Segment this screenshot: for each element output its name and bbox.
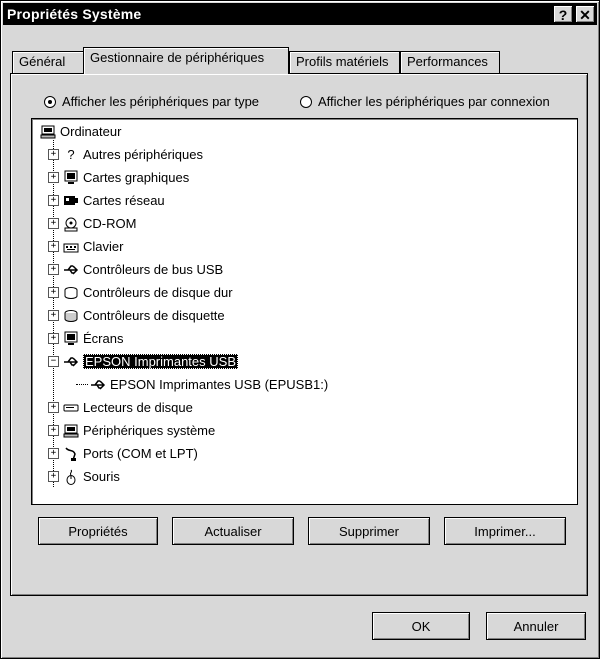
expand-icon[interactable]: + xyxy=(48,425,59,436)
question-icon: ? xyxy=(67,147,75,162)
tree-child-item[interactable]: EPSON Imprimantes USB (EPUSB1:) xyxy=(76,373,328,396)
tree-item[interactable]: + Clavier xyxy=(48,235,123,258)
hard-disk-icon xyxy=(63,285,79,301)
tree-root-label: Ordinateur xyxy=(60,124,122,139)
tree-item[interactable]: + Lecteurs de disque xyxy=(48,396,193,419)
drive-icon xyxy=(63,400,79,416)
expand-icon[interactable]: + xyxy=(48,218,59,229)
computer-icon xyxy=(63,423,79,439)
tree-item-label: Contrôleurs de disquette xyxy=(83,308,225,323)
tree-item-label: Contrôleurs de disque dur xyxy=(83,285,233,300)
tree-item-label: EPSON Imprimantes USB xyxy=(83,354,238,369)
floppy-icon xyxy=(63,308,79,324)
expand-icon[interactable]: + xyxy=(48,333,59,344)
cdrom-icon xyxy=(63,216,79,232)
tree-item[interactable]: + CD-ROM xyxy=(48,212,136,235)
keyboard-icon xyxy=(63,239,79,255)
expand-icon[interactable]: + xyxy=(48,149,59,160)
tree-item[interactable]: + Ports (COM et LPT) xyxy=(48,442,198,465)
radio-by-type[interactable] xyxy=(44,95,56,108)
expand-icon[interactable]: + xyxy=(48,264,59,275)
tree-item-label: CD-ROM xyxy=(83,216,137,231)
collapse-icon[interactable]: − xyxy=(48,356,59,367)
remove-button[interactable]: Supprimer xyxy=(308,517,430,545)
usb-icon xyxy=(63,262,79,278)
tree-item-label: Contrôleurs de bus USB xyxy=(83,262,224,277)
expand-icon[interactable]: + xyxy=(48,195,59,206)
monitor-icon xyxy=(63,331,79,347)
monitor-icon xyxy=(63,170,79,186)
expand-icon[interactable]: + xyxy=(48,241,59,252)
tree-item-label: Cartes graphiques xyxy=(83,170,190,185)
tab-performance[interactable]: Performances xyxy=(400,51,500,73)
tree-item-label: Écrans xyxy=(83,331,124,346)
tree-item-label: Périphériques système xyxy=(83,423,216,438)
tree-item-label: Clavier xyxy=(83,239,124,254)
port-icon xyxy=(63,446,79,462)
close-button[interactable]: ✕ xyxy=(575,5,595,23)
ok-button[interactable]: OK xyxy=(372,612,470,640)
properties-button[interactable]: Propriétés xyxy=(38,517,158,545)
tree-item-selected[interactable]: − EPSON Imprimantes USB xyxy=(48,350,238,373)
tree-item-label: Cartes réseau xyxy=(83,193,165,208)
print-button[interactable]: Imprimer... xyxy=(444,517,566,545)
device-tree[interactable]: Ordinateur + ? Autres périphériques + Ca… xyxy=(31,118,578,505)
expand-icon[interactable]: + xyxy=(48,448,59,459)
expand-icon[interactable]: + xyxy=(48,310,59,321)
tree-item-label: Autres périphériques xyxy=(83,147,203,162)
tree-item[interactable]: + Cartes graphiques xyxy=(48,166,189,189)
help-button[interactable]: ? xyxy=(553,5,573,23)
tree-item[interactable]: + Contrôleurs de bus USB xyxy=(48,258,223,281)
window-title: Propriétés Système xyxy=(7,6,142,22)
network-card-icon xyxy=(63,193,79,209)
tab-device-manager[interactable]: Gestionnaire de périphériques xyxy=(83,47,289,74)
cancel-button[interactable]: Annuler xyxy=(486,612,586,640)
tree-item[interactable]: + Souris xyxy=(48,465,120,488)
tree-item-label: Ports (COM et LPT) xyxy=(83,446,198,461)
expand-icon[interactable]: + xyxy=(48,172,59,183)
expand-icon[interactable]: + xyxy=(48,471,59,482)
tree-connector xyxy=(76,384,88,385)
mouse-icon xyxy=(63,469,79,485)
tree-item[interactable]: + ? Autres périphériques xyxy=(48,143,203,166)
tree-item-label: Lecteurs de disque xyxy=(83,400,193,415)
tree-item[interactable]: + Contrôleurs de disque dur xyxy=(48,281,233,304)
view-by-type-label: Afficher les périphériques par type xyxy=(62,94,260,109)
tree-item[interactable]: + Écrans xyxy=(48,327,123,350)
title-bar[interactable]: Propriétés Système ? ✕ xyxy=(3,3,597,25)
tab-general[interactable]: Général xyxy=(12,51,84,73)
tree-item[interactable]: + Périphériques système xyxy=(48,419,215,442)
expand-icon[interactable]: + xyxy=(48,287,59,298)
computer-icon xyxy=(40,124,56,140)
usb-icon xyxy=(63,354,79,370)
expand-icon[interactable]: + xyxy=(48,402,59,413)
radio-by-connection[interactable] xyxy=(300,95,312,108)
usb-icon xyxy=(90,377,106,393)
view-by-type-option[interactable]: Afficher les périphériques par type xyxy=(44,94,259,109)
view-by-connection-label: Afficher les périphériques par connexion xyxy=(318,94,550,109)
tree-item[interactable]: + Contrôleurs de disquette xyxy=(48,304,225,327)
tab-hardware-profiles[interactable]: Profils matériels xyxy=(289,51,400,73)
tree-item-label: Souris xyxy=(83,469,120,484)
tree-root[interactable]: Ordinateur xyxy=(40,120,121,143)
view-by-connection-option[interactable]: Afficher les périphériques par connexion xyxy=(300,94,550,109)
tree-item-label: EPSON Imprimantes USB (EPUSB1:) xyxy=(110,377,329,392)
refresh-button[interactable]: Actualiser xyxy=(172,517,294,545)
tree-item[interactable]: + Cartes réseau xyxy=(48,189,165,212)
